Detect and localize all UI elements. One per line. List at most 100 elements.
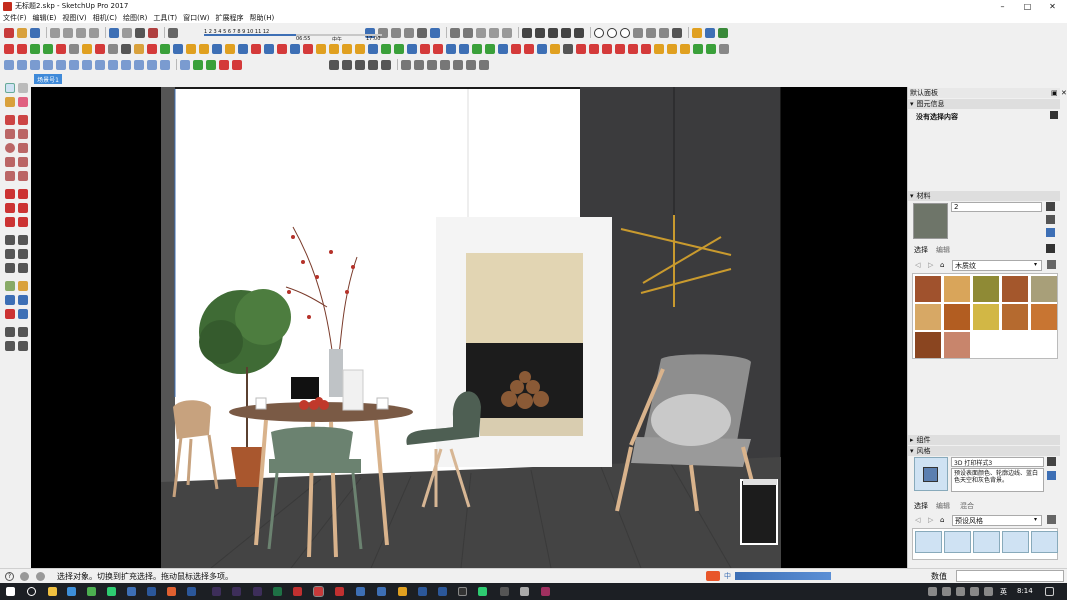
app-icon-14[interactable] (541, 587, 550, 596)
ext-tool-38-icon[interactable] (485, 43, 495, 54)
select-tool-icon[interactable] (5, 83, 15, 93)
styles-forward-icon[interactable]: ▷ (928, 516, 933, 524)
ext-tool-53-icon[interactable] (680, 43, 690, 54)
materials-header[interactable]: ▾ 材料 (908, 191, 1060, 201)
ext-tool-5-icon[interactable] (56, 43, 66, 54)
top-view-icon[interactable] (463, 27, 473, 38)
style-library-dropdown[interactable]: 预设风格 (952, 515, 1042, 526)
ext-tool-19-icon[interactable] (238, 43, 248, 54)
ext-tool-16-icon[interactable] (199, 43, 209, 54)
material-swatch[interactable] (1002, 276, 1028, 302)
menu-view[interactable]: 视图(V) (62, 13, 86, 23)
hidden-line-icon[interactable] (391, 27, 401, 38)
network-icon[interactable] (970, 587, 979, 596)
ext-tool-25-icon[interactable] (316, 43, 326, 54)
copy-icon[interactable] (63, 27, 73, 38)
paste-icon[interactable] (76, 27, 86, 38)
arc-icon[interactable] (30, 59, 40, 70)
circle-tool-left-icon[interactable] (5, 143, 15, 153)
ext-tool-15-icon[interactable] (186, 43, 196, 54)
geolocation-icon[interactable] (20, 572, 29, 581)
menu-draw[interactable]: 绘图(R) (123, 13, 147, 23)
materials-tab-edit[interactable]: 编辑 (936, 245, 950, 255)
ext-tool-20-icon[interactable] (251, 43, 261, 54)
styles-chevron-down-icon[interactable]: ▾ (1034, 516, 1037, 523)
arc-2pt-icon[interactable] (18, 157, 28, 167)
ext-tool-39-icon[interactable] (498, 43, 508, 54)
ext-tool-3-icon[interactable] (30, 43, 40, 54)
protractor-icon[interactable] (5, 249, 15, 259)
menu-help[interactable]: 帮助(H) (249, 13, 274, 23)
home-icon[interactable]: ⌂ (940, 261, 944, 269)
material-swatch[interactable] (1031, 276, 1057, 302)
ext-tool-35-icon[interactable] (446, 43, 456, 54)
explode-curve-icon[interactable] (219, 59, 229, 70)
entity-details-icon[interactable] (1050, 111, 1058, 119)
ext-tool-49-icon[interactable] (628, 43, 638, 54)
app-icon-6[interactable] (377, 587, 386, 596)
sandbox-icon[interactable] (342, 59, 352, 70)
word-icon[interactable] (147, 587, 156, 596)
ext-tool-51-icon[interactable] (654, 43, 664, 54)
circle-icon[interactable] (108, 59, 118, 70)
search-icon[interactable] (27, 587, 36, 596)
ext-tool-7-icon[interactable] (82, 43, 92, 54)
ext-tool-22-icon[interactable] (277, 43, 287, 54)
text-tool-icon[interactable] (18, 249, 28, 259)
ext-tool-33-icon[interactable] (420, 43, 430, 54)
eyedropper-icon[interactable] (1046, 244, 1055, 253)
paint-bucket-icon[interactable] (5, 97, 15, 107)
start-icon[interactable] (6, 587, 15, 596)
follow-me-icon[interactable] (18, 203, 28, 213)
ext-tool-24-icon[interactable] (303, 43, 313, 54)
save-icon[interactable] (30, 27, 40, 38)
ext-tool-40-icon[interactable] (511, 43, 521, 54)
app-icon-8[interactable] (418, 587, 427, 596)
minimize-button[interactable]: – (991, 0, 1014, 12)
material-swatch[interactable] (944, 304, 970, 330)
orbit-icon[interactable] (620, 27, 630, 38)
close-button[interactable]: ✕ (1041, 0, 1064, 12)
material-name-field[interactable]: 2 (951, 202, 1042, 212)
rectangle-tool-icon[interactable] (5, 129, 15, 139)
rotated-rectangle-icon[interactable] (18, 129, 28, 139)
open-icon[interactable] (17, 27, 27, 38)
ext-tool-43-icon[interactable] (550, 43, 560, 54)
zoom-window-icon[interactable] (18, 295, 28, 305)
material-swatch[interactable] (944, 332, 970, 358)
freehand-icon[interactable] (17, 59, 27, 70)
menu-camera[interactable]: 相机(C) (93, 13, 117, 23)
sogou-ime-icon[interactable] (706, 571, 720, 581)
ext-tool-44-icon[interactable] (563, 43, 573, 54)
position-camera-icon[interactable] (5, 327, 15, 337)
ext-tool-26-icon[interactable] (329, 43, 339, 54)
styles-home-icon[interactable]: ⌂ (940, 516, 944, 524)
materials-tab-select[interactable]: 选择 (914, 245, 928, 255)
offset-icon[interactable] (134, 59, 144, 70)
tape-measure-icon[interactable] (5, 235, 15, 245)
ext-tool-9-icon[interactable] (108, 43, 118, 54)
camera-icon[interactable] (535, 27, 545, 38)
house-icon[interactable] (355, 59, 365, 70)
material-editor-icon[interactable] (414, 59, 424, 70)
subdivide-icon[interactable] (206, 59, 216, 70)
ext-tool-17-icon[interactable] (212, 43, 222, 54)
after-effects-icon[interactable] (232, 587, 241, 596)
rotate-tool-icon[interactable] (5, 203, 15, 213)
material-swatch[interactable] (944, 276, 970, 302)
style-preset-3[interactable] (973, 531, 1000, 553)
styles-tab-edit[interactable]: 编辑 (936, 501, 950, 511)
axes-tool-icon[interactable] (5, 263, 15, 273)
sketchup-taskbar-icon[interactable] (313, 586, 324, 597)
ext-tool-36-icon[interactable] (459, 43, 469, 54)
app-icon-2[interactable] (167, 587, 176, 596)
look-around-icon[interactable] (18, 327, 28, 337)
back-view-icon[interactable] (502, 27, 512, 38)
chevron-down-icon[interactable]: ▾ (1034, 261, 1037, 268)
ext-tool-21-icon[interactable] (264, 43, 274, 54)
viewport-3d[interactable] (31, 87, 907, 568)
settings-icon[interactable] (453, 59, 463, 70)
ext-tool-47-icon[interactable] (602, 43, 612, 54)
ext-tool-11-icon[interactable] (134, 43, 144, 54)
orbit-tool-icon[interactable] (5, 281, 15, 291)
